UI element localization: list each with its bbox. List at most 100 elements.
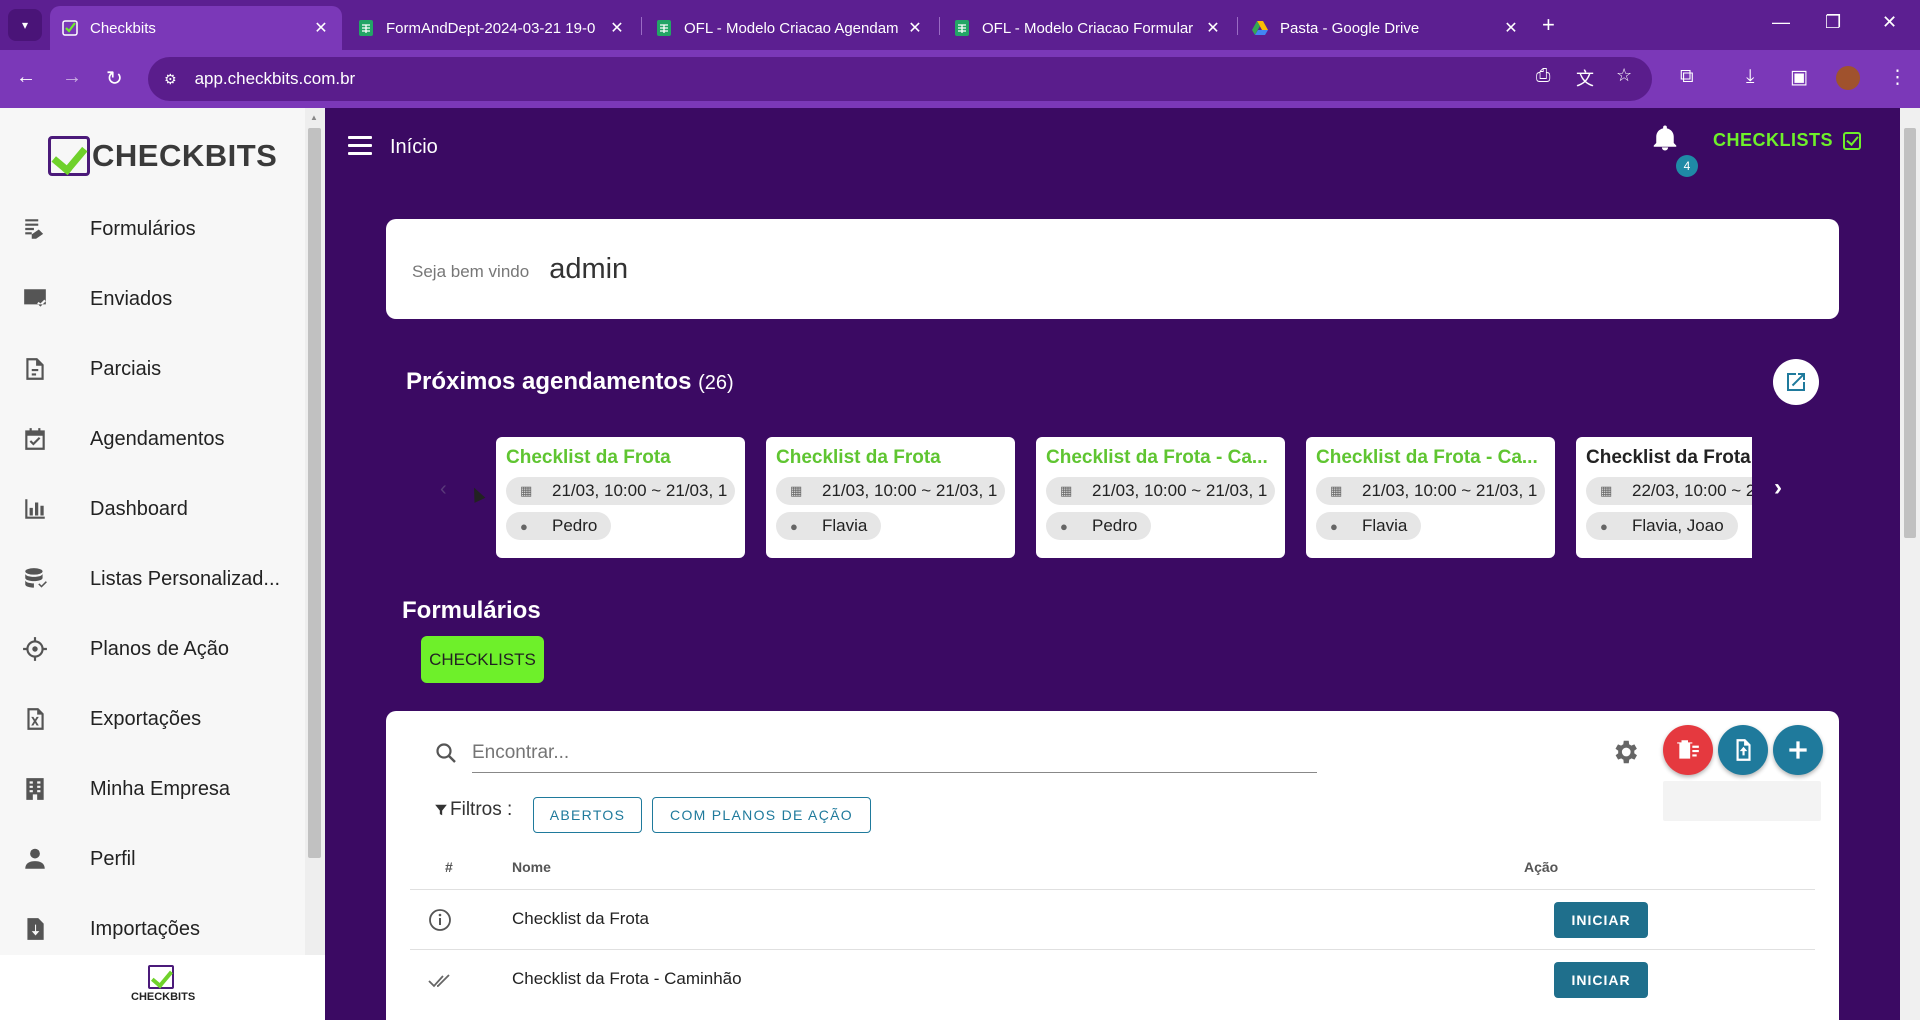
address-bar[interactable]: ⚙ app.checkbits.com.br xyxy=(148,57,1652,101)
filter-abertos-button[interactable]: ABERTOS xyxy=(533,797,642,833)
search-input[interactable] xyxy=(472,733,1317,773)
start-form-button[interactable]: INICIAR xyxy=(1554,962,1648,998)
tab-title: OFL - Modelo Criacao Agendam xyxy=(684,19,898,37)
schedule-card[interactable]: Checklist da Frota ▦ 21/03, 10:00 ~ 21/03… xyxy=(766,437,1015,558)
info-icon[interactable] xyxy=(428,908,452,932)
schedule-time: 22/03, 10:00 ~ 2 xyxy=(1632,481,1752,500)
schedule-person-chip: ● Flavia xyxy=(776,512,882,540)
sheets-favicon-icon xyxy=(955,20,969,36)
tab-formanddept[interactable]: FormAndDept-2024-03-21 19-0 ✕ xyxy=(346,6,638,50)
filter-planos-button[interactable]: COM PLANOS DE AÇÃO xyxy=(652,797,871,833)
carousel-prev-icon[interactable]: ‹ xyxy=(440,478,447,501)
reload-icon[interactable]: ↻ xyxy=(106,66,123,91)
excel-export-icon xyxy=(27,708,44,730)
tab-close-icon[interactable]: ✕ xyxy=(1502,18,1520,38)
category-checklists-button[interactable]: CHECKLISTS xyxy=(421,636,544,683)
filters-text: Filtros : xyxy=(450,799,513,820)
start-form-button[interactable]: INICIAR xyxy=(1554,902,1648,938)
tab-title: Pasta - Google Drive xyxy=(1280,19,1420,37)
main-scrollbar-thumb[interactable] xyxy=(1904,128,1916,538)
hamburger-menu-icon[interactable] xyxy=(348,136,372,156)
sidebar-scrollbar-thumb[interactable] xyxy=(308,128,321,858)
back-icon[interactable]: ← xyxy=(16,66,36,89)
schedule-time: 21/03, 10:00 ~ 21/03, 1 xyxy=(1092,481,1268,500)
schedule-person-chip: ● Flavia xyxy=(1316,512,1422,540)
sidebar-item-exportacoes[interactable]: Exportações xyxy=(0,691,300,747)
sidebar-item-listas[interactable]: Listas Personalizad... xyxy=(0,551,300,607)
schedule-time-chip: ▦ 21/03, 10:00 ~ 21/03, 1 xyxy=(1046,477,1275,505)
welcome-card: Seja bem vindo admin xyxy=(386,219,1839,319)
delete-forms-button[interactable] xyxy=(1663,725,1713,775)
extensions-icon[interactable]: ⧉ xyxy=(1680,66,1694,88)
tab-separator xyxy=(641,17,642,35)
profile-avatar[interactable] xyxy=(1836,66,1860,90)
sidebar-item-minha-empresa[interactable]: Minha Empresa xyxy=(0,761,300,817)
sidebar-item-perfil[interactable]: Perfil xyxy=(0,831,300,887)
bookmark-star-icon[interactable]: ☆ xyxy=(1616,65,1632,86)
tab-search-button[interactable]: ▾ xyxy=(8,9,42,41)
sidebar-item-label: Minha Empresa xyxy=(90,777,231,800)
install-app-icon[interactable]: ⎙ xyxy=(1536,65,1550,86)
schedule-card-title: Checklist da Frota xyxy=(776,447,941,468)
open-in-new-icon xyxy=(1787,373,1805,391)
checklists-link[interactable]: CHECKLISTS xyxy=(1713,130,1862,151)
new-tab-icon[interactable]: + xyxy=(1542,12,1555,38)
restore-icon[interactable]: ❐ xyxy=(1825,12,1841,33)
sidebar-item-importacoes[interactable]: Importações xyxy=(0,901,300,957)
person-icon: ● xyxy=(1330,518,1338,534)
tab-close-icon[interactable]: ✕ xyxy=(312,18,330,38)
tab-title: Checkbits xyxy=(90,19,156,37)
schedule-card[interactable]: Checklist da Frota ▦ 21/03, 10:00 ~ 21/03… xyxy=(496,437,745,558)
sidebar-item-parciais[interactable]: Parciais xyxy=(0,341,300,397)
import-form-button[interactable] xyxy=(1718,725,1768,775)
translate-icon[interactable]: 文 xyxy=(1576,65,1594,91)
notification-bell-icon[interactable] xyxy=(1650,123,1680,153)
schedule-time-chip: ▦ 21/03, 10:00 ~ 21/03, 1 xyxy=(506,477,735,505)
schedule-person: Flavia xyxy=(822,516,868,535)
sidebar-item-label: Parciais xyxy=(90,357,162,380)
footer-logo-text: CHECKBITS xyxy=(131,991,196,1003)
browser-menu-icon[interactable]: ⋮ xyxy=(1888,66,1907,89)
side-panel-icon[interactable]: ▣ xyxy=(1790,66,1808,89)
form-name: Checklist da Frota xyxy=(512,909,649,928)
schedule-time: 21/03, 10:00 ~ 21/03, 1 xyxy=(1362,481,1538,500)
tab-ofl-agendamento[interactable]: OFL - Modelo Criacao Agendam ✕ xyxy=(644,6,936,50)
forward-icon[interactable]: → xyxy=(62,66,82,89)
schedule-card[interactable]: Checklist da Frota ▦ 22/03, 10:00 ~ 2 ● Fl… xyxy=(1576,437,1752,558)
scroll-up-arrow-icon[interactable]: ▲ xyxy=(310,113,318,122)
table-row: Checklist da Frota INICIAR xyxy=(410,889,1815,949)
schedule-card[interactable]: Checklist da Frota - Ca... ▦ 21/03, 10:00… xyxy=(1306,437,1555,558)
column-header-name: Nome xyxy=(512,859,551,875)
sidebar-item-formularios[interactable]: Formulários xyxy=(0,201,300,257)
schedule-person: Flavia, Joao xyxy=(1632,516,1724,535)
tab-title: OFL - Modelo Criacao Formular xyxy=(982,19,1194,37)
add-form-button[interactable] xyxy=(1773,725,1823,775)
settings-gear-icon[interactable] xyxy=(1610,737,1640,767)
person-icon: ● xyxy=(1060,518,1068,534)
tab-close-icon[interactable]: ✕ xyxy=(906,18,924,38)
schedule-person-chip: ● Flavia, Joao xyxy=(1586,512,1738,540)
logo-text: CHECKBITS xyxy=(92,138,278,173)
open-schedules-button[interactable] xyxy=(1773,359,1819,405)
person-icon: ● xyxy=(790,518,798,534)
schedule-person: Pedro xyxy=(552,516,598,535)
close-window-icon[interactable]: ✕ xyxy=(1882,12,1897,33)
checkbox-check-icon xyxy=(1843,131,1862,150)
schedule-card[interactable]: Checklist da Frota - Ca... ▦ 21/03, 10:00… xyxy=(1036,437,1285,558)
site-info-icon[interactable]: ⚙ xyxy=(164,71,177,88)
tab-google-drive[interactable]: Pasta - Google Drive ✕ xyxy=(1240,6,1532,50)
tab-close-icon[interactable]: ✕ xyxy=(1204,18,1222,38)
tab-checkbits[interactable]: Checkbits ✕ xyxy=(50,6,342,50)
downloads-icon[interactable]: ⤓ xyxy=(1746,66,1754,88)
sidebar-item-agendamentos[interactable]: Agendamentos xyxy=(0,411,300,467)
sidebar-item-dashboard[interactable]: Dashboard xyxy=(0,481,300,537)
calendar-icon: ▦ xyxy=(1330,483,1343,498)
sidebar-item-planos-de-acao[interactable]: Planos de Ação xyxy=(0,621,300,677)
tab-close-icon[interactable]: ✕ xyxy=(608,18,626,38)
sheets-favicon-icon xyxy=(359,20,373,36)
sidebar-item-enviados[interactable]: Enviados xyxy=(0,271,300,327)
carousel-next-icon[interactable]: › xyxy=(1774,474,1782,502)
checkbits-logo[interactable]: CHECKBITS xyxy=(48,136,277,176)
minimize-icon[interactable]: — xyxy=(1772,12,1790,33)
tab-ofl-formulario[interactable]: OFL - Modelo Criacao Formular ✕ xyxy=(942,6,1234,50)
